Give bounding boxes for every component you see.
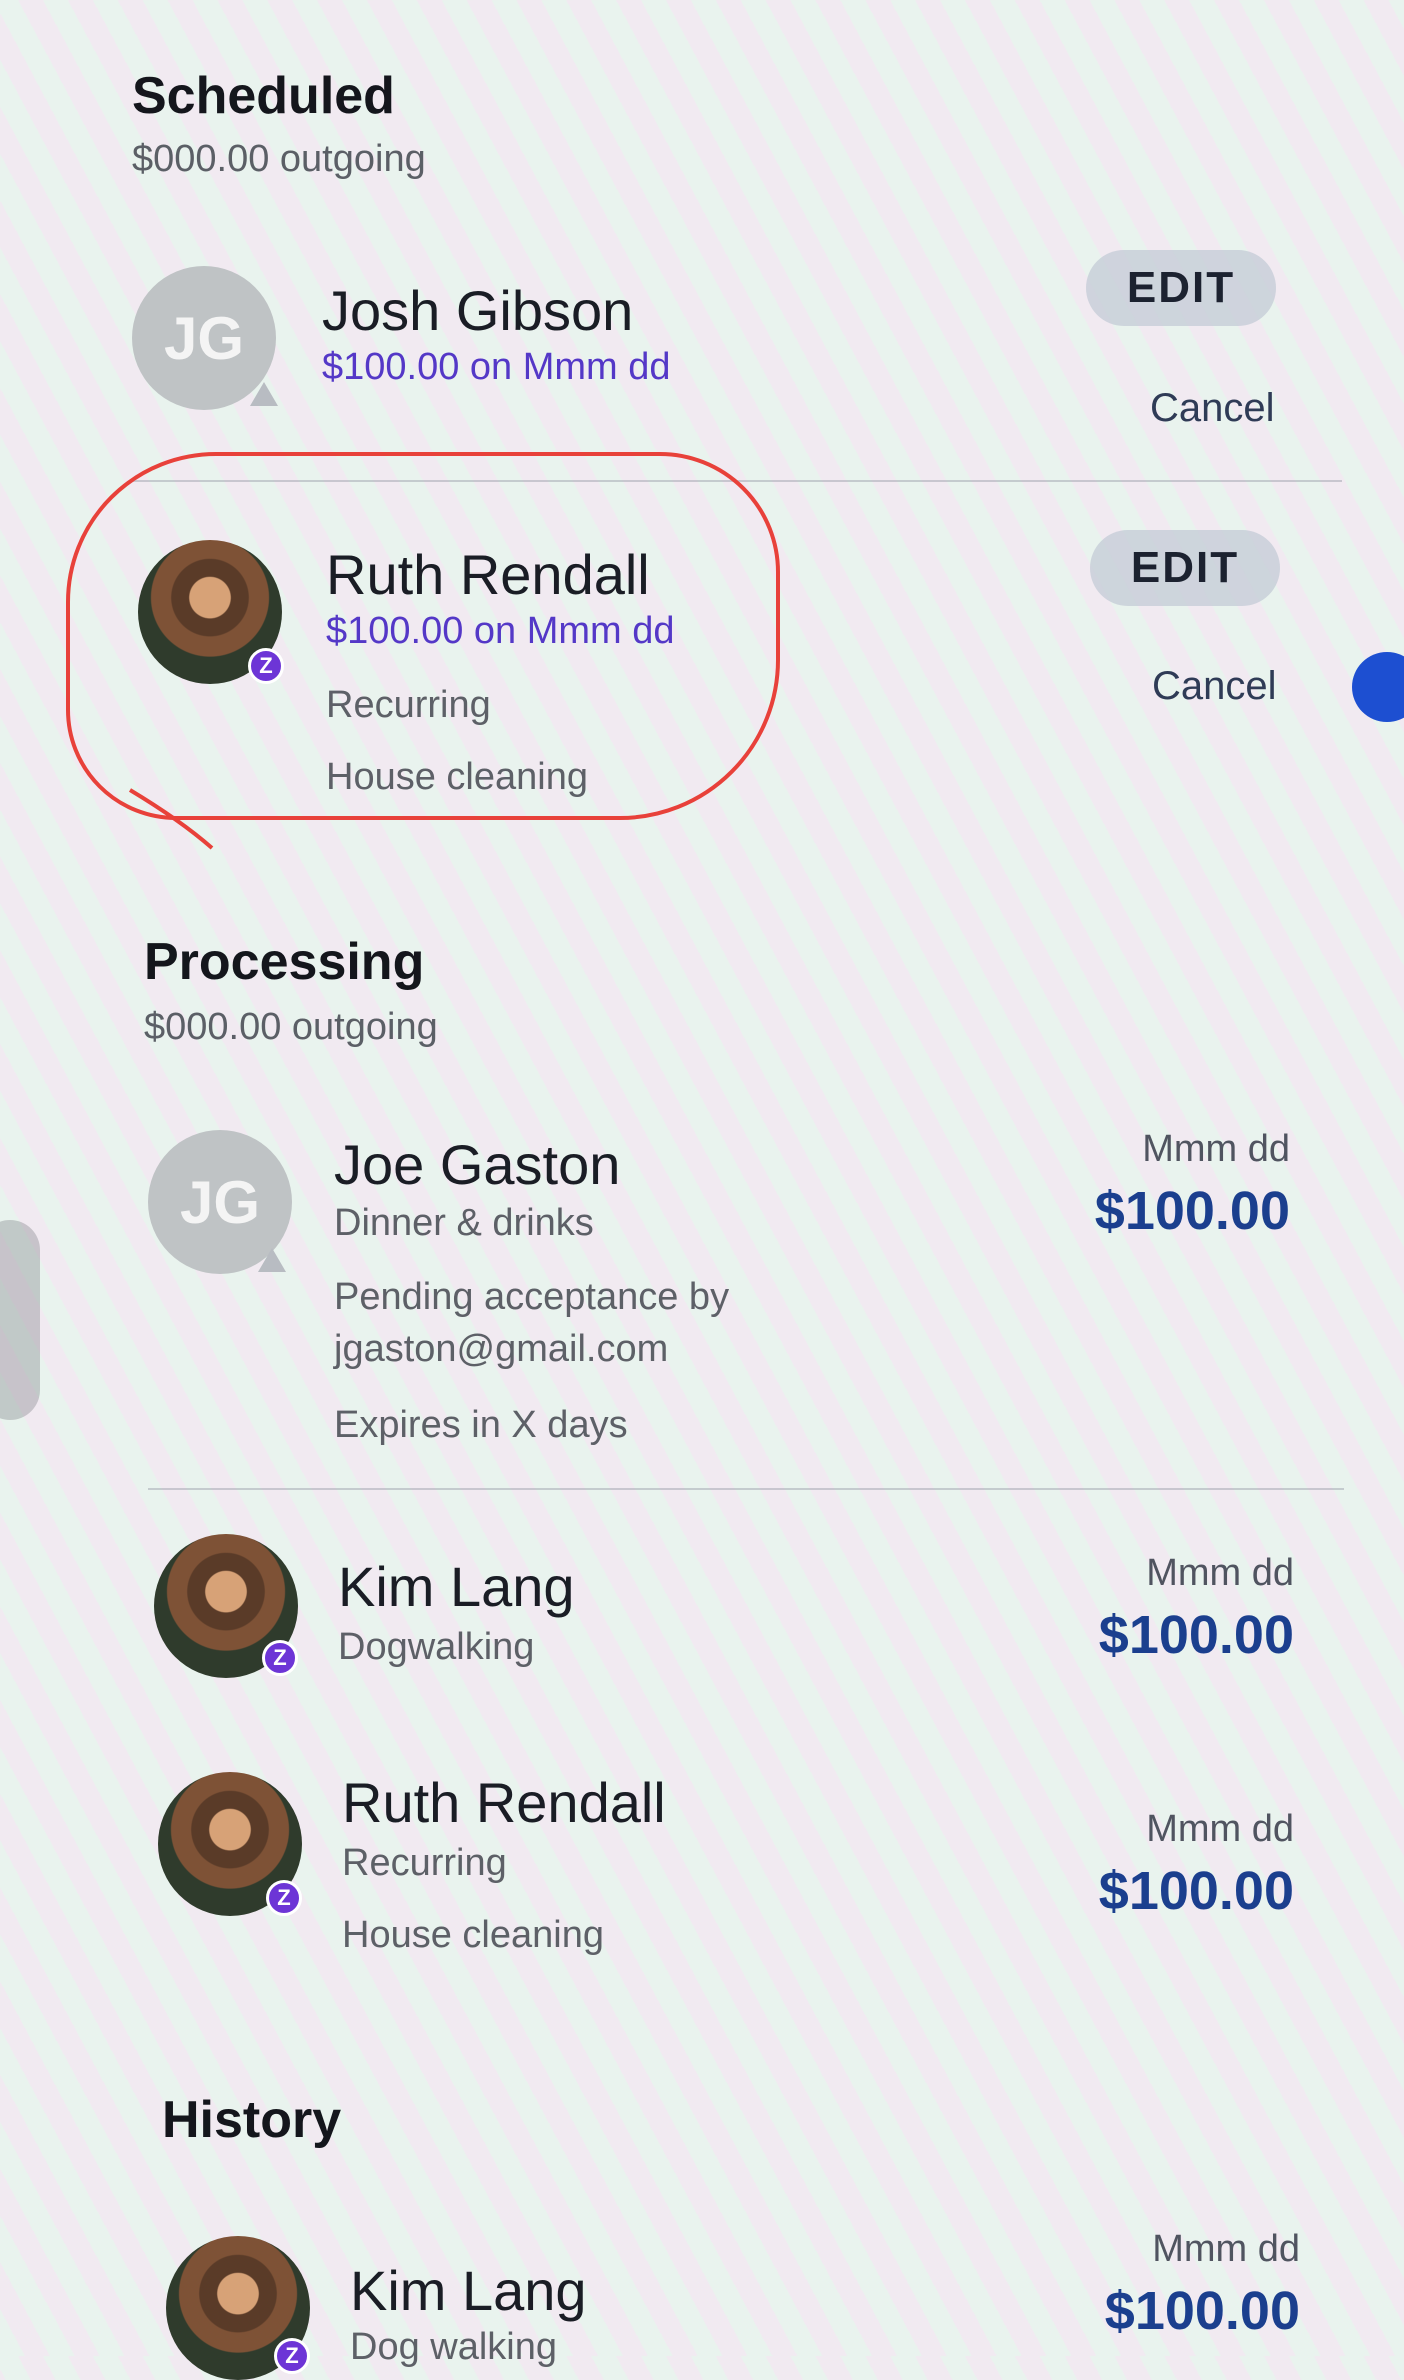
pending-email: jgaston@gmail.com	[334, 1328, 669, 1370]
recurring-label: Recurring	[342, 1842, 507, 1884]
transaction-amount: $100.00	[1098, 1605, 1294, 1665]
transaction-amount: $100.00	[1098, 1861, 1294, 1921]
memo-label: Dogwalking	[338, 1626, 535, 1668]
zelle-badge-icon: Z	[274, 2338, 310, 2374]
scheduled-heading: Scheduled	[132, 67, 395, 125]
zelle-badge-icon: Z	[266, 1880, 302, 1916]
history-heading: History	[162, 2091, 342, 2149]
scheduled-total: $000.00 outgoing	[132, 138, 426, 180]
pending-status: Pending acceptance by	[334, 1276, 730, 1318]
annotation-highlight-ring	[66, 452, 780, 820]
memo-label: Dog walking	[350, 2326, 557, 2368]
processing-total: $000.00 outgoing	[144, 1006, 438, 1048]
avatar-initials: JG	[163, 304, 245, 372]
payee-name: Ruth Rendall	[342, 1771, 666, 1834]
memo-label: House cleaning	[342, 1914, 604, 1956]
cancel-link[interactable]: Cancel	[1150, 386, 1275, 431]
row-divider	[148, 1488, 1344, 1490]
payee-name: Joe Gaston	[334, 1133, 621, 1196]
expiry-label: Expires in X days	[334, 1404, 628, 1446]
transaction-date: Mmm dd	[1152, 2228, 1300, 2270]
device-edge-shadow	[0, 1220, 40, 1420]
payee-name: Josh Gibson	[322, 279, 634, 342]
memo-label: Dinner & drinks	[334, 1202, 594, 1244]
avatar-initials: JG	[179, 1168, 261, 1236]
payee-name: Kim Lang	[338, 1555, 575, 1618]
transaction-date: Mmm dd	[1146, 1808, 1294, 1850]
transfers-screen: { "sections": { "scheduled": {"title": "…	[0, 0, 1404, 2380]
scheduled-amount-date: $100.00 on Mmm dd	[322, 346, 671, 388]
transaction-date: Mmm dd	[1146, 1552, 1294, 1594]
annotation-tail	[128, 788, 214, 850]
pending-warning-icon	[258, 1248, 286, 1272]
scroll-indicator-dot[interactable]	[1352, 652, 1404, 722]
processing-heading: Processing	[144, 933, 425, 991]
edit-button[interactable]: EDIT	[1086, 250, 1276, 326]
zelle-badge-icon: Z	[262, 1640, 298, 1676]
edit-button[interactable]: EDIT	[1090, 530, 1280, 606]
transaction-amount: $100.00	[1104, 2281, 1300, 2341]
transaction-amount: $100.00	[1094, 1181, 1290, 1241]
warning-icon	[250, 382, 278, 406]
transaction-date: Mmm dd	[1142, 1128, 1290, 1170]
cancel-link[interactable]: Cancel	[1152, 664, 1277, 709]
payee-name: Kim Lang	[350, 2259, 587, 2322]
